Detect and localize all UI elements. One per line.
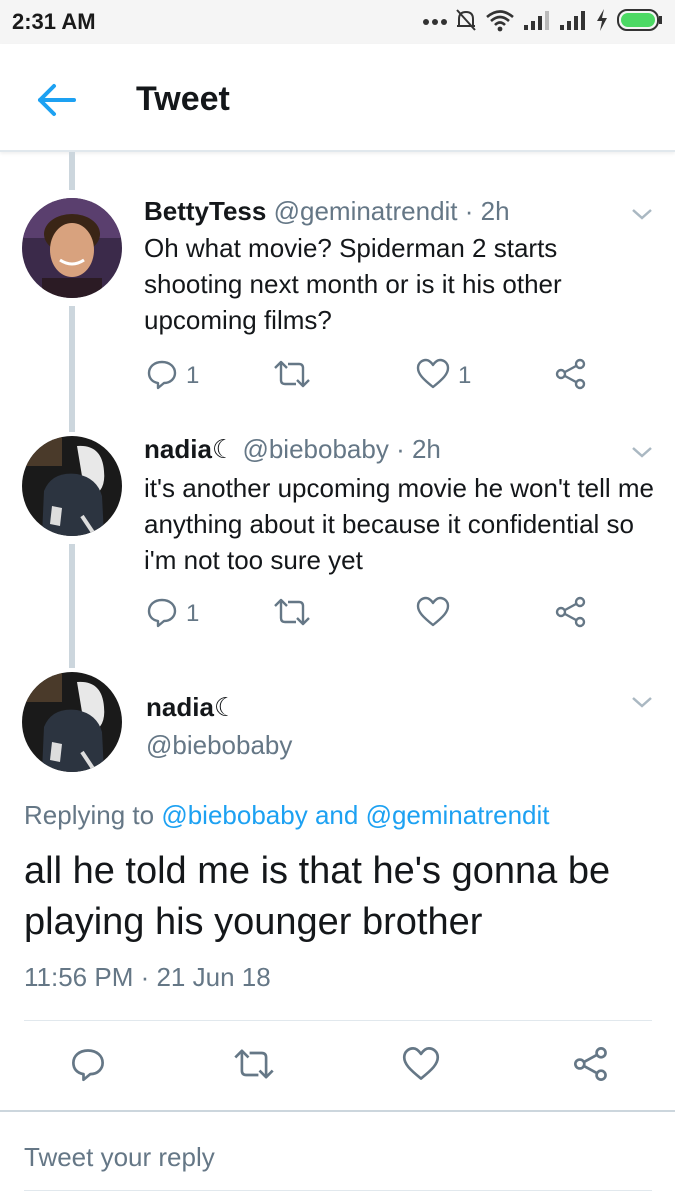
tweet-actions [0, 1046, 675, 1086]
share-button[interactable] [554, 358, 588, 394]
heart-icon [416, 596, 450, 633]
reply-icon [146, 358, 178, 395]
tweet-text: it's another upcoming movie he won't tel… [144, 473, 654, 575]
charging-icon [595, 8, 609, 37]
thread-connector [69, 152, 75, 190]
tweet-text: Oh what movie? Spiderman 2 starts shooti… [144, 233, 562, 335]
tweet-time: · 2h [396, 434, 441, 464]
chevron-down-icon[interactable] [630, 694, 654, 710]
username[interactable]: @biebobaby [242, 434, 388, 464]
divider [24, 1020, 652, 1021]
chevron-down-icon[interactable] [630, 444, 654, 460]
username[interactable]: @biebobaby [146, 730, 292, 761]
tweet-actions: 1 [144, 596, 614, 632]
tweet-text: all he told me is that he's gonna be pla… [24, 850, 611, 943]
status-bar: 2:31 AM [0, 0, 675, 44]
retweet-button[interactable] [272, 358, 312, 394]
like-count: 1 [458, 362, 472, 389]
like-button[interactable] [416, 596, 450, 632]
reply-count: 1 [186, 362, 200, 389]
retweet-icon [232, 1046, 276, 1087]
divider [0, 1110, 675, 1112]
thread-connector [69, 306, 75, 432]
replying-and[interactable]: and [315, 800, 358, 830]
share-icon [554, 596, 588, 633]
app-header: Tweet [0, 44, 675, 152]
reply-button[interactable]: 1 [146, 596, 199, 632]
like-button[interactable]: 1 [416, 358, 471, 394]
share-icon [572, 1046, 610, 1087]
retweet-icon [272, 358, 312, 395]
display-name[interactable]: nadia☾ [144, 434, 235, 464]
tweet-header: BettyTess @geminatrendit · 2h [144, 196, 510, 227]
display-name[interactable]: nadia☾ [146, 692, 237, 723]
reply-icon [70, 1046, 106, 1087]
tweet-actions: 1 1 [144, 358, 614, 394]
status-icons [423, 8, 663, 36]
reply-button[interactable] [70, 1046, 106, 1086]
status-time: 2:31 AM [12, 9, 96, 34]
avatar[interactable] [22, 198, 122, 298]
heart-icon [416, 358, 450, 395]
bell-muted-icon [455, 8, 477, 37]
divider [24, 1190, 652, 1191]
more-dots-icon [423, 13, 447, 31]
username[interactable]: @geminatrendit [274, 196, 458, 226]
tweet-timestamp: 11:56 PM · 21 Jun 18 [24, 962, 271, 992]
reply-count: 1 [186, 600, 200, 627]
reply-icon [146, 596, 178, 633]
retweet-icon [272, 596, 312, 633]
share-button[interactable] [572, 1046, 610, 1086]
share-icon [554, 358, 588, 395]
replying-to: Replying to @biebobaby and @geminatrendi… [24, 800, 550, 831]
like-button[interactable] [402, 1046, 440, 1086]
battery-icon [617, 8, 663, 37]
replying-user-link[interactable]: @biebobaby [161, 800, 307, 830]
page-title: Tweet [136, 80, 230, 118]
tweet-header: nadia☾ @biebobaby · 2h [144, 434, 441, 465]
replying-user-link[interactable]: @geminatrendit [366, 800, 550, 830]
reply-button[interactable]: 1 [146, 358, 199, 394]
display-name[interactable]: BettyTess [144, 196, 266, 226]
reply-input[interactable]: Tweet your reply [24, 1142, 215, 1173]
heart-icon [402, 1046, 440, 1087]
wifi-icon [485, 8, 515, 37]
share-button[interactable] [554, 596, 588, 632]
signal-icon [523, 9, 551, 36]
tweet-time: · 2h [464, 196, 510, 226]
back-arrow-icon[interactable] [36, 82, 76, 118]
chevron-down-icon[interactable] [630, 206, 654, 222]
avatar[interactable] [22, 672, 122, 772]
signal-icon [559, 9, 587, 36]
avatar[interactable] [22, 436, 122, 536]
thread-connector [69, 544, 75, 668]
retweet-button[interactable] [272, 596, 312, 632]
retweet-button[interactable] [232, 1046, 276, 1086]
replying-prefix: Replying to [24, 800, 155, 830]
